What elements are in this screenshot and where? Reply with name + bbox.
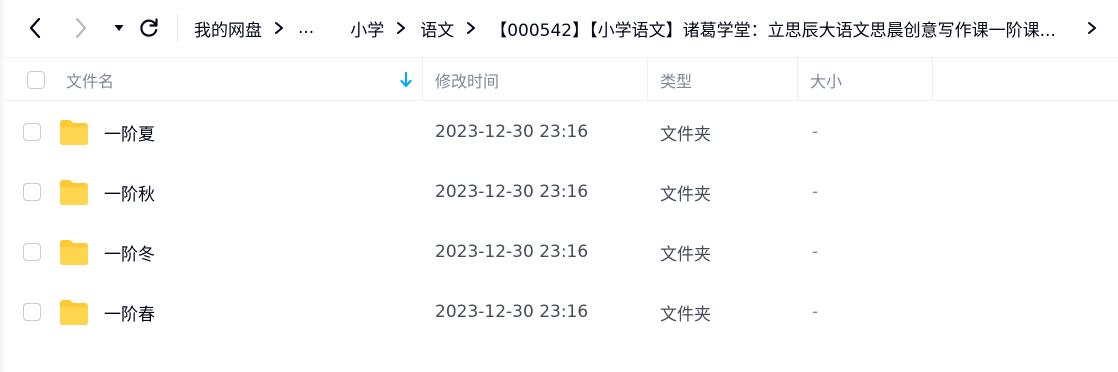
chevron-left-icon	[29, 17, 41, 39]
file-type: 文件夹	[660, 124, 711, 145]
file-size: -	[812, 182, 819, 202]
file-modified-time: 2023-12-30 23:16	[435, 242, 589, 262]
row-checkbox[interactable]	[23, 183, 41, 201]
file-name[interactable]: 一阶夏	[104, 102, 155, 162]
column-divider	[647, 58, 648, 101]
breadcrumb: 我的网盘 ... 小学 语文 【000542】【小学语文】诸葛学堂：立思辰大语文…	[194, 0, 1056, 56]
navigation-toolbar: 我的网盘 ... 小学 语文 【000542】【小学语文】诸葛学堂：立思辰大语文…	[3, 0, 1118, 56]
forward-button[interactable]	[69, 14, 93, 42]
file-name[interactable]: 一阶春	[104, 282, 155, 342]
history-dropdown-button[interactable]	[107, 14, 131, 42]
breadcrumb-ellipsis[interactable]: ...	[298, 18, 314, 38]
row-checkbox[interactable]	[23, 303, 41, 321]
caret-down-icon	[114, 25, 124, 31]
breadcrumb-expand-button[interactable]	[1083, 14, 1101, 42]
file-type: 文件夹	[660, 244, 711, 265]
back-button[interactable]	[23, 14, 47, 42]
chevron-right-icon	[274, 21, 284, 35]
file-modified-time: 2023-12-30 23:16	[435, 182, 589, 202]
folder-icon	[60, 180, 88, 205]
column-header-size[interactable]: 大小	[810, 58, 842, 101]
file-type: 文件夹	[660, 304, 711, 325]
column-divider	[797, 58, 798, 101]
row-checkbox[interactable]	[23, 243, 41, 261]
file-list-header: 文件名 修改时间 类型 大小	[3, 57, 1118, 101]
breadcrumb-current-folder[interactable]: 【000542】【小学语文】诸葛学堂：立思辰大语文思晨创意写作课一阶课...	[490, 16, 1056, 41]
chevron-right-icon	[75, 17, 87, 39]
table-row[interactable]: 一阶春 2023-12-30 23:16 文件夹 -	[3, 282, 1118, 342]
sort-down-arrow-icon	[400, 71, 412, 87]
file-size: -	[812, 302, 819, 322]
column-header-modified[interactable]: 修改时间	[435, 58, 499, 101]
folder-icon	[60, 300, 88, 325]
column-header-name[interactable]: 文件名	[66, 58, 114, 101]
column-divider	[422, 58, 423, 101]
chevron-right-icon	[1088, 22, 1096, 34]
breadcrumb-root[interactable]: 我的网盘	[194, 16, 262, 41]
table-row[interactable]: 一阶秋 2023-12-30 23:16 文件夹 -	[3, 162, 1118, 222]
select-all-cell	[27, 58, 45, 101]
row-checkbox[interactable]	[23, 123, 41, 141]
breadcrumb-xiaoxue[interactable]: 小学	[350, 16, 384, 41]
refresh-icon	[140, 18, 158, 37]
chevron-right-icon	[466, 21, 476, 35]
file-size: -	[812, 122, 819, 142]
chevron-right-icon	[396, 21, 406, 35]
file-size: -	[812, 242, 819, 262]
column-divider	[932, 58, 933, 101]
breadcrumb-yuwen[interactable]: 语文	[420, 16, 454, 41]
file-name[interactable]: 一阶冬	[104, 222, 155, 282]
folder-icon	[60, 240, 88, 265]
file-modified-time: 2023-12-30 23:16	[435, 302, 589, 322]
file-modified-time: 2023-12-30 23:16	[435, 122, 589, 142]
refresh-button[interactable]	[137, 14, 161, 42]
table-row[interactable]: 一阶冬 2023-12-30 23:16 文件夹 -	[3, 222, 1118, 282]
sort-button[interactable]	[400, 58, 412, 101]
table-row[interactable]: 一阶夏 2023-12-30 23:16 文件夹 -	[3, 102, 1118, 162]
folder-icon	[60, 120, 88, 145]
column-header-type[interactable]: 类型	[660, 58, 692, 101]
file-type: 文件夹	[660, 184, 711, 205]
toolbar-divider	[177, 14, 178, 42]
select-all-checkbox[interactable]	[27, 70, 45, 89]
file-name[interactable]: 一阶秋	[104, 162, 155, 222]
